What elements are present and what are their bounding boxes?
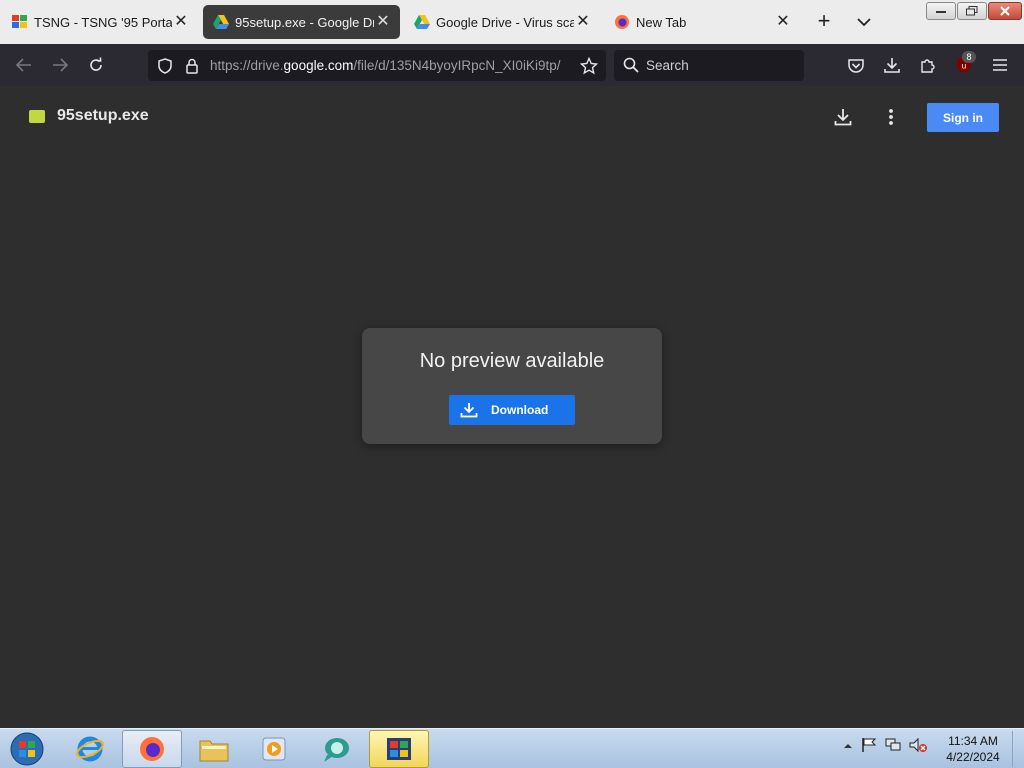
firefox-icon [614,14,630,30]
media-player-icon [262,737,286,761]
search-placeholder: Search [646,58,689,73]
taskbar: 11:34 AM 4/22/2024 [0,728,1024,768]
tab-title: New Tab [636,14,687,30]
tab-new-tab[interactable]: New Tab ✕ [604,5,800,39]
no-preview-message: No preview available [419,350,605,372]
url-path: /file/d/135N4byoyIRpcN_XI0iKi9tp/ [353,58,561,73]
close-tab-icon[interactable]: ✕ [774,14,792,30]
extensions-button[interactable] [914,51,942,79]
url-prefix: https://drive. [210,58,284,73]
file-name: 95setup.exe [57,107,149,124]
close-tab-icon[interactable]: ✕ [374,14,392,30]
show-desktop-button[interactable] [1012,731,1022,767]
arrow-left-icon [16,58,31,72]
taskbar-internet-explorer[interactable] [60,730,120,768]
drive-file-viewer: 95setup.exe Sign in No preview available… [0,86,1024,728]
tab-tsng[interactable]: TSNG - TSNG '95 Portable E ✕ [2,5,198,39]
windows-flag-icon [12,14,28,30]
downloads-button[interactable] [878,51,906,79]
tab-strip: TSNG - TSNG '95 Portable E ✕ 95setup.exe… [0,0,1024,44]
taskbar-clock[interactable]: 11:34 AM 4/22/2024 [940,733,1006,765]
svg-text:u: u [962,62,966,71]
bookmark-star-icon[interactable] [580,57,598,75]
taskbar-media-player[interactable] [244,730,304,768]
new-tab-button[interactable]: + [810,9,838,35]
url-text[interactable]: https://drive.google.com/file/d/135N4byo… [210,57,570,75]
window-controls [926,2,1022,20]
taskbar-tsng95[interactable] [369,730,429,768]
search-icon [623,57,639,78]
pocket-button[interactable] [842,51,870,79]
google-drive-icon [414,14,430,30]
arrow-right-icon [53,58,68,72]
download-icon [884,58,900,73]
download-button[interactable]: Download [449,395,575,425]
taskbar-firefox[interactable] [122,730,182,768]
hamburger-menu-icon [993,59,1007,71]
start-button[interactable] [4,730,50,768]
folder-icon [199,740,229,762]
navigation-bar: https://drive.google.com/file/d/135N4byo… [0,44,1024,86]
url-domain: google.com [283,58,354,73]
close-tab-icon[interactable]: ✕ [172,14,190,30]
google-drive-icon [213,14,229,30]
tab-title: 95setup.exe - Google Drive [235,14,374,30]
viewer-download-button[interactable] [831,105,855,129]
clock-time: 11:34 AM [948,734,998,748]
network-icon[interactable] [884,737,902,758]
system-tray [842,737,928,758]
more-vert-icon [889,109,893,125]
close-tab-icon[interactable]: ✕ [574,14,592,30]
action-center-flag-icon[interactable] [860,737,878,758]
reload-icon [90,57,102,71]
forward-button[interactable] [46,51,74,79]
no-preview-dialog: No preview available Download [362,328,662,444]
chat-bubble-icon [324,738,349,762]
tab-virus-scan[interactable]: Google Drive - Virus scan w ✕ [404,5,600,39]
window-close-button[interactable] [988,2,1022,20]
clock-date: 4/22/2024 [946,750,1000,764]
download-label: Download [491,403,549,417]
list-all-tabs-button[interactable] [850,9,878,35]
extension-badge-count: 8 [962,51,976,63]
tab-title: Google Drive - Virus scan w [436,14,574,30]
reload-button[interactable] [82,51,110,79]
volume-muted-icon[interactable] [908,737,928,758]
show-hidden-icons-icon[interactable] [842,739,854,757]
taskbar-chat-app[interactable] [306,730,366,768]
more-actions-button[interactable] [880,105,902,129]
restore-button[interactable] [957,2,987,20]
windows-95-flag-icon [387,738,411,760]
internet-explorer-icon [76,736,104,762]
url-bar[interactable]: https://drive.google.com/file/d/135N4byo… [148,50,606,81]
tab-95setup[interactable]: 95setup.exe - Google Drive ✕ [203,5,400,39]
pocket-icon [848,58,864,73]
windows-start-orb-icon [10,732,44,766]
back-button[interactable] [10,51,38,79]
firefox-icon [140,737,164,761]
chevron-down-icon [857,18,871,27]
tracking-protection-shield-icon[interactable] [156,57,174,75]
tab-title: TSNG - TSNG '95 Portable E [34,14,172,30]
file-type-icon [29,110,45,123]
sign-in-button[interactable]: Sign in [927,103,999,132]
application-menu-button[interactable] [986,51,1014,79]
puzzle-icon [921,59,935,73]
search-field[interactable]: Search [614,50,804,81]
download-icon [834,109,852,126]
lock-icon[interactable] [183,57,201,75]
minimize-button[interactable] [926,2,956,20]
download-icon [449,402,489,418]
taskbar-file-explorer[interactable] [184,730,244,768]
